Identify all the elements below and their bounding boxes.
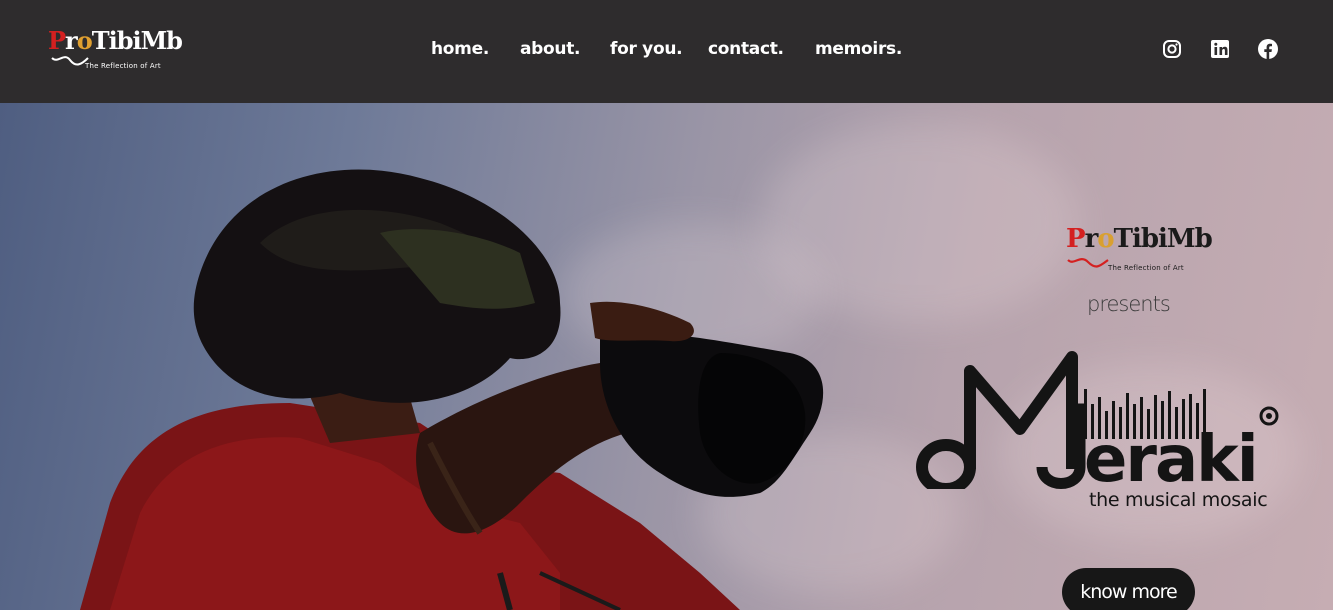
logo-wordmark: ProTibiMb [48,26,183,55]
logo-tagline: The Reflection of Art [85,62,161,70]
presents-text: presents [1087,292,1171,316]
nav-contact[interactable]: contact. [708,36,784,62]
facebook-icon[interactable] [1257,38,1279,65]
hero-tagline: the musical mosaic [1089,489,1268,511]
instagram-icon[interactable] [1161,38,1183,65]
site-header: ProTibiMb The Reflection of Art home. ab… [0,0,1333,103]
nav-home[interactable]: home. [431,36,489,62]
nav-for-you[interactable]: for you. [610,36,683,62]
hero-logo-tagline: The Reflection of Art [1108,264,1184,272]
meraki-title: eraki [916,351,1279,489]
hero-logo-wordmark: ProTibiMb [1066,224,1213,254]
nav-memoirs[interactable]: memoirs. [815,36,902,62]
photographer-image [80,169,824,610]
site-logo[interactable]: ProTibiMb The Reflection of Art [48,26,183,74]
hero-banner: ProTibiMb The Reflection of Art presents [0,103,1333,610]
logo-squiggle-icon [51,56,89,66]
logo-squiggle-icon [1067,258,1109,268]
svg-text:eraki: eraki [1084,423,1257,489]
hero-logo: ProTibiMb The Reflection of Art [1066,224,1213,280]
nav-about[interactable]: about. [520,36,581,62]
linkedin-icon[interactable] [1209,38,1231,65]
know-more-button[interactable]: know more [1062,568,1195,610]
